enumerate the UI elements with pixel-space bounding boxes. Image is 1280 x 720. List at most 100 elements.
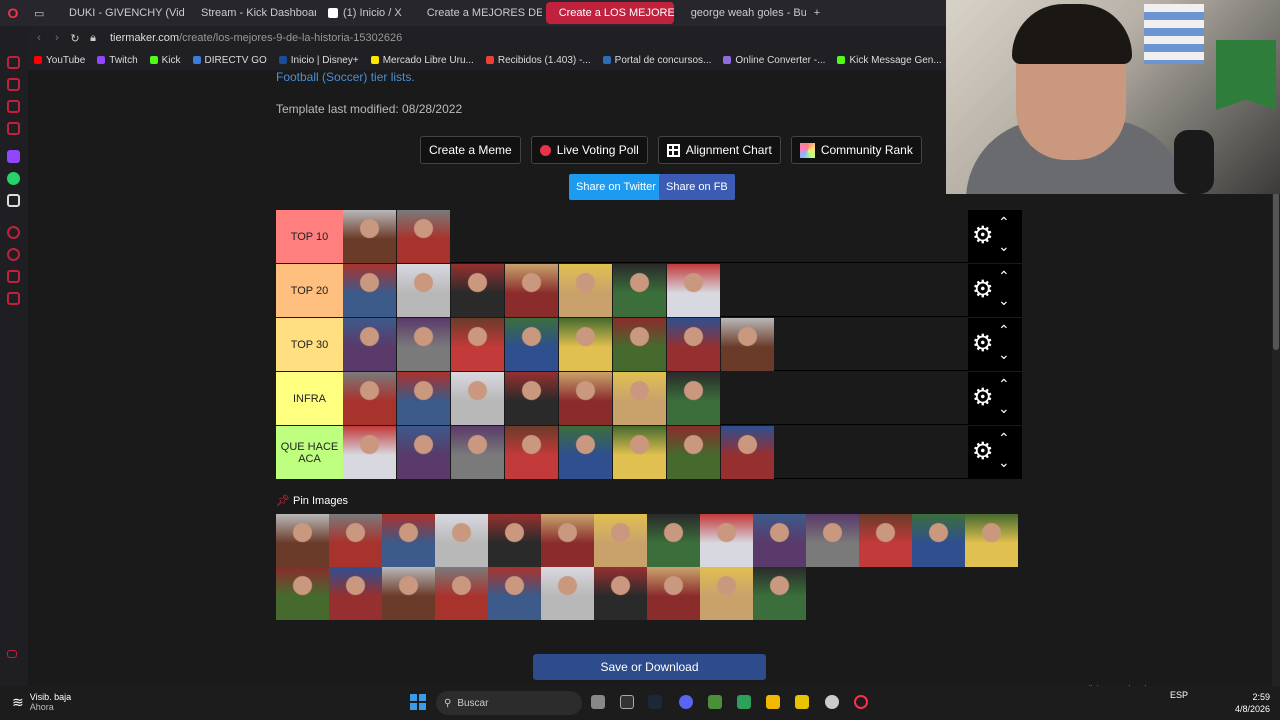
chevron-down-icon[interactable]: ⌄ (998, 400, 1010, 417)
chevron-down-icon[interactable]: ⌄ (998, 238, 1010, 255)
chevron-up-icon[interactable]: ⌃ (998, 376, 1010, 393)
share-fb-button[interactable]: Share on FB (659, 174, 735, 200)
windows-start-icon[interactable] (410, 694, 426, 710)
player-image[interactable] (451, 372, 504, 425)
bookmark-5[interactable]: Mercado Libre Uru... (370, 55, 474, 66)
player-image[interactable] (613, 372, 666, 425)
player-image[interactable] (397, 318, 450, 371)
new-tab-button[interactable]: + (806, 2, 828, 24)
weather-widget[interactable]: ≋ Visib. baja Ahora (12, 692, 71, 712)
tier-label[interactable]: TOP 30 (276, 318, 343, 371)
player-image[interactable] (613, 264, 666, 317)
player-image[interactable] (667, 264, 720, 317)
player-image[interactable] (451, 426, 504, 479)
player-image[interactable] (343, 318, 396, 371)
tier-lists-link[interactable]: Football (Soccer) tier lists. (276, 70, 415, 84)
player-icon[interactable] (7, 226, 20, 239)
pool-player-image[interactable] (912, 514, 965, 567)
opera-logo-icon[interactable]: O (0, 0, 26, 26)
chevron-up-icon[interactable]: ⌃ (998, 214, 1010, 231)
player-image[interactable] (667, 318, 720, 371)
share-twitter-button[interactable]: Share on Twitter (569, 174, 663, 200)
browser-tab-3[interactable]: Create a MEJORES DELAN (414, 2, 542, 24)
pool-player-image[interactable] (382, 514, 435, 567)
pool-player-image[interactable] (329, 567, 382, 620)
pool-player-image[interactable] (276, 514, 329, 567)
player-image[interactable] (397, 426, 450, 479)
pool-player-image[interactable] (488, 514, 541, 567)
app-icon[interactable] (795, 695, 809, 709)
player-image[interactable] (451, 318, 504, 371)
player-image[interactable] (559, 372, 612, 425)
bookmark-0[interactable]: YouTube (34, 55, 85, 66)
tier-label[interactable]: TOP 20 (276, 264, 343, 317)
player-image[interactable] (343, 210, 396, 263)
steam-icon[interactable] (648, 695, 662, 709)
player-image[interactable] (397, 210, 450, 263)
pool-player-image[interactable] (382, 567, 435, 620)
create-meme-button[interactable]: Create a Meme (420, 136, 521, 164)
pool-player-image[interactable] (859, 514, 912, 567)
player-image[interactable] (397, 372, 450, 425)
player-image[interactable] (559, 426, 612, 479)
player-image[interactable] (667, 372, 720, 425)
x-icon[interactable] (7, 194, 20, 207)
gear-icon[interactable]: ⚙ (972, 224, 994, 248)
bookmark-7[interactable]: Portal de concursos... (602, 55, 711, 66)
workspaces-icon[interactable] (7, 78, 20, 91)
file-explorer-icon[interactable] (766, 695, 780, 709)
chevron-down-icon[interactable]: ⌄ (998, 292, 1010, 309)
tier-label[interactable]: INFRA (276, 372, 343, 425)
pool-player-image[interactable] (541, 567, 594, 620)
live-voting-poll-button[interactable]: Live Voting Poll (530, 136, 648, 164)
chevron-up-icon[interactable]: ⌃ (998, 268, 1010, 285)
gear-icon[interactable]: ⚙ (972, 278, 994, 302)
taskbar-search[interactable]: ⚲ Buscar (436, 691, 582, 715)
scrollbar-thumb[interactable] (1273, 190, 1279, 350)
player-image[interactable] (505, 264, 558, 317)
obs-icon[interactable] (825, 695, 839, 709)
bookmark-1[interactable]: Twitch (97, 55, 138, 66)
pool-player-image[interactable] (806, 514, 859, 567)
opera-gx-icon[interactable] (854, 695, 868, 709)
pool-player-image[interactable] (594, 567, 647, 620)
back-icon[interactable]: ‹ (30, 32, 48, 44)
bookmark-9[interactable]: Kick Message Gen... (837, 55, 942, 66)
pool-player-image[interactable] (753, 567, 806, 620)
settings-icon[interactable] (7, 292, 20, 305)
bookmark-8[interactable]: Online Converter -... (723, 55, 825, 66)
player-image[interactable] (721, 426, 774, 479)
player-image[interactable] (451, 264, 504, 317)
forward-icon[interactable]: › (48, 32, 66, 44)
pool-player-image[interactable] (965, 514, 1018, 567)
player-image[interactable] (613, 318, 666, 371)
pool-player-image[interactable] (435, 567, 488, 620)
pool-player-image[interactable] (435, 514, 488, 567)
instagram-icon[interactable] (7, 122, 20, 135)
browser-tab-4[interactable]: Create a LOS MEJORES 9 (545, 2, 674, 24)
player-image[interactable] (343, 426, 396, 479)
gear-icon[interactable]: ⚙ (972, 386, 994, 410)
browser-tab-1[interactable]: Stream - Kick Dashboard (188, 2, 316, 24)
chevron-down-icon[interactable]: ⌄ (998, 346, 1010, 363)
task-view-icon[interactable] (591, 695, 605, 709)
reload-icon[interactable]: ↻ (66, 32, 84, 45)
tab-list-icon[interactable]: ▭ (26, 2, 56, 24)
pool-player-image[interactable] (753, 514, 806, 567)
pool-player-image[interactable] (541, 514, 594, 567)
player-image[interactable] (343, 372, 396, 425)
messenger-icon[interactable] (7, 100, 20, 113)
alignment-chart-button[interactable]: Alignment Chart (657, 136, 781, 164)
bookmark-6[interactable]: Recibidos (1.403) -... (485, 55, 591, 66)
player-image[interactable] (559, 318, 612, 371)
aria-icon[interactable] (7, 56, 20, 69)
gear-icon[interactable]: ⚙ (972, 440, 994, 464)
bookmark-3[interactable]: DIRECTV GO (192, 55, 267, 66)
gx-icon[interactable] (7, 650, 17, 658)
player-image[interactable] (559, 264, 612, 317)
tier-label[interactable]: TOP 10 (276, 210, 343, 263)
tier-label[interactable]: QUE HACE ACA (276, 426, 343, 479)
player-image[interactable] (505, 426, 558, 479)
player-image[interactable] (505, 372, 558, 425)
browser-tab-5[interactable]: george weah goles - Busca (678, 2, 806, 24)
